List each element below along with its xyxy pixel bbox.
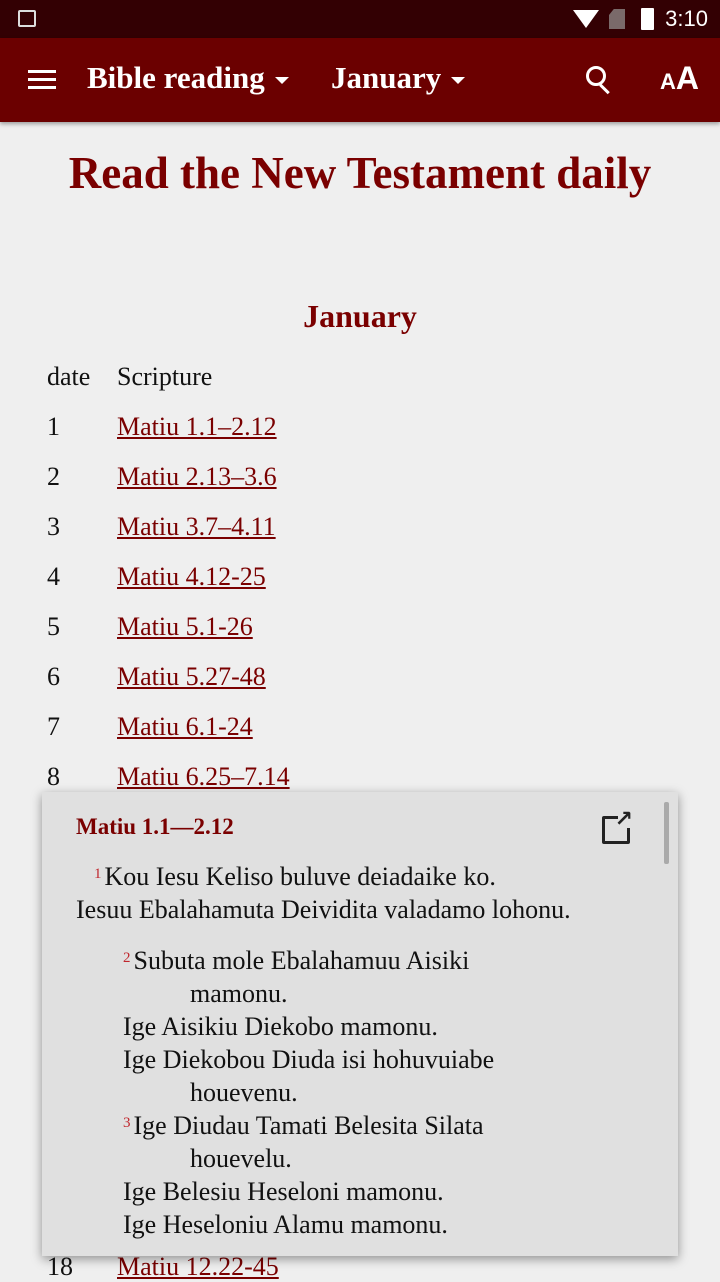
table-row: 1 Matiu 1.1–2.12 xyxy=(47,402,290,452)
verse-line: Ige Heseloniu Alamu mamonu. xyxy=(123,1208,448,1241)
scripture-link[interactable]: Matiu 3.7–4.11 xyxy=(117,512,276,542)
table-row: 4 Matiu 4.12-25 xyxy=(47,552,290,602)
verse-line: houevelu. xyxy=(190,1142,292,1175)
table-row: 5 Matiu 5.1-26 xyxy=(47,602,290,652)
row-date: 7 xyxy=(47,712,60,741)
battery-icon xyxy=(641,8,654,30)
verse-text: Ige Belesiu Heseloni mamonu. xyxy=(123,1177,444,1206)
scripture-link[interactable]: Matiu 5.1-26 xyxy=(117,612,253,642)
reading-table: date Scripture 1 Matiu 1.1–2.12 2 Matiu 2.13… xyxy=(47,352,290,802)
toolbar: Bible reading January AA xyxy=(0,38,720,122)
month-select-label: January xyxy=(331,60,442,95)
verse-line: 3 Ige Diudau Tamati Belesita Silata xyxy=(123,1109,484,1142)
table-header: date Scripture xyxy=(47,352,290,402)
verse-text: Iesuu Ebalahamuta Deividita valadamo loh… xyxy=(76,895,571,924)
month-select[interactable]: January xyxy=(331,60,466,96)
table-row: 6 Matiu 5.27-48 xyxy=(47,652,290,702)
scrollbar[interactable] xyxy=(664,802,669,864)
no-sim-icon xyxy=(609,9,625,29)
row-date: 4 xyxy=(47,562,60,591)
image-icon xyxy=(18,10,36,27)
verse-line: Ige Belesiu Heseloni mamonu. xyxy=(123,1175,444,1208)
scripture-header: Scripture xyxy=(117,362,213,391)
verse-line: 1 Kou Iesu Keliso buluve deiadaike ko. xyxy=(94,860,496,893)
scripture-link[interactable]: Matiu 4.12-25 xyxy=(117,562,266,592)
verse-line: 2 Subuta mole Ebalahamuu Aisiki xyxy=(123,944,469,977)
verse-number: 1 xyxy=(94,866,102,882)
row-date: 6 xyxy=(47,662,60,691)
caret-down-icon xyxy=(274,77,289,85)
row-date: 5 xyxy=(47,612,60,641)
search-icon[interactable] xyxy=(586,66,612,95)
verse-line: Iesuu Ebalahamuta Deividita valadamo loh… xyxy=(76,893,571,926)
book-select[interactable]: Bible reading xyxy=(87,60,289,96)
row-date: 1 xyxy=(47,412,60,441)
verse-text: Ige Diudau Tamati Belesita Silata xyxy=(133,1111,484,1140)
caret-down-icon xyxy=(451,77,466,85)
verse-text: houevelu. xyxy=(190,1144,292,1173)
scripture-link[interactable]: Matiu 2.13–3.6 xyxy=(117,462,277,492)
book-select-label: Bible reading xyxy=(87,60,265,95)
verse-line: Ige Aisikiu Diekobo mamonu. xyxy=(123,1010,438,1043)
verse-text: Ige Aisikiu Diekobo mamonu. xyxy=(123,1012,438,1041)
month-heading: January xyxy=(303,298,417,334)
verse-text: Subuta mole Ebalahamuu Aisiki xyxy=(133,946,470,975)
verse-text: Ige Diekobou Diuda isi hohuvuiabe xyxy=(123,1045,495,1074)
wifi-icon xyxy=(573,10,599,28)
verse-line: Ige Diekobou Diuda isi hohuvuiabe xyxy=(123,1043,494,1076)
clock: 3:10 xyxy=(665,6,708,31)
text-size-icon[interactable]: AA xyxy=(660,60,699,97)
menu-icon[interactable] xyxy=(28,70,56,90)
scripture-link[interactable]: Matiu 1.1–2.12 xyxy=(117,412,277,442)
status-bar: 3:10 xyxy=(0,0,720,38)
scripture-link[interactable]: Matiu 12.22-45 xyxy=(117,1252,279,1282)
verse-line: mamonu. xyxy=(190,977,288,1010)
table-row: 18 Matiu 12.22-45 xyxy=(47,1252,279,1282)
row-date: 2 xyxy=(47,462,60,491)
open-external-icon[interactable] xyxy=(602,807,633,844)
popup-reference: Matiu 1.1—2.12 xyxy=(76,814,234,839)
verse-line: houevenu. xyxy=(190,1076,298,1109)
row-date: 8 xyxy=(47,762,60,791)
table-row: 3 Matiu 3.7–4.11 xyxy=(47,502,290,552)
verse-number: 2 xyxy=(123,950,131,966)
row-date: 3 xyxy=(47,512,60,541)
table-row: 7 Matiu 6.1-24 xyxy=(47,702,290,752)
verse-text: Ige Heseloniu Alamu mamonu. xyxy=(123,1210,448,1239)
row-date: 18 xyxy=(47,1252,73,1281)
scripture-link[interactable]: Matiu 6.25–7.14 xyxy=(117,762,290,792)
date-header: date xyxy=(47,362,91,391)
verse-preview-popup: Matiu 1.1—2.12 1Kou Iesu Keliso buluve d… xyxy=(42,792,678,1256)
scripture-link[interactable]: Matiu 6.1-24 xyxy=(117,712,253,742)
verse-number: 3 xyxy=(123,1115,131,1131)
verse-text: houevenu. xyxy=(190,1078,298,1107)
table-row: 2 Matiu 2.13–3.6 xyxy=(47,452,290,502)
page-title: Read the New Testament daily xyxy=(68,148,652,198)
verse-text: Kou Iesu Keliso buluve deiadaike ko. xyxy=(104,862,496,891)
scripture-link[interactable]: Matiu 5.27-48 xyxy=(117,662,266,692)
verse-text: mamonu. xyxy=(190,979,288,1008)
